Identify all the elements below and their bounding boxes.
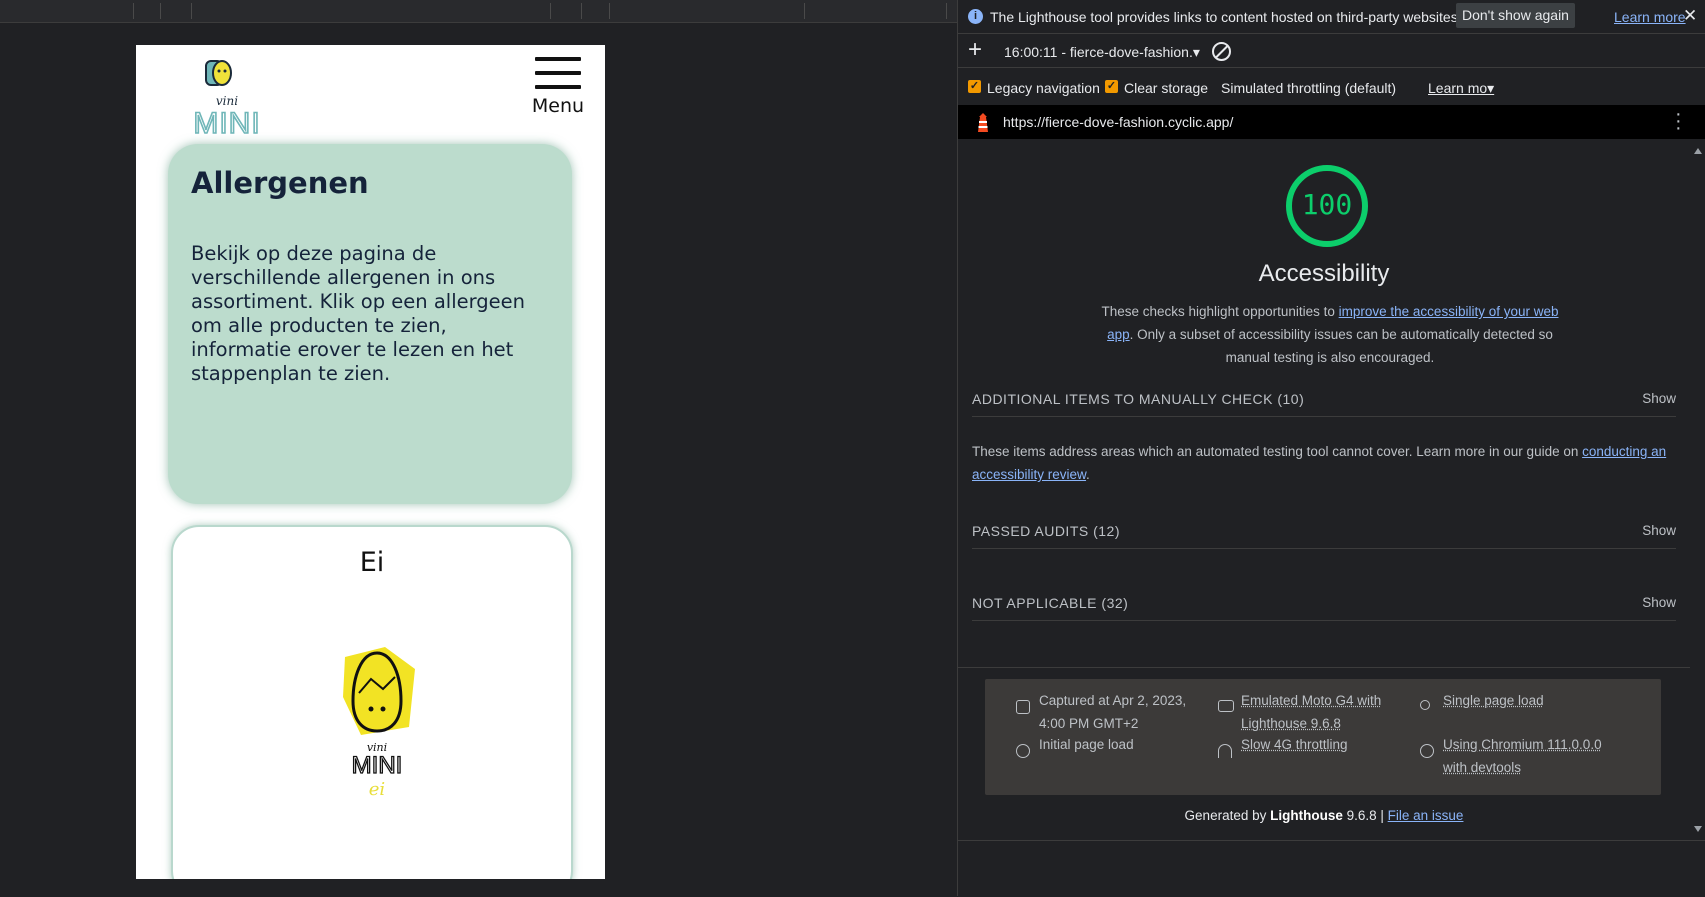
report-url-bar: https://fierce-dove-fashion.cyclic.app/ … [958, 104, 1705, 139]
passed-audits-group[interactable]: PASSED AUDITS (12) Show [972, 514, 1676, 549]
timer-icon [1016, 744, 1030, 758]
infobar: i The Lighthouse tool provides links to … [958, 0, 1705, 34]
description-text: . Only a subset of accessibility issues … [1129, 327, 1553, 365]
file-issue-link[interactable]: File an issue [1388, 808, 1464, 823]
viewport-area: vini MINI Menu Allergenen Bekijk op deze… [0, 0, 957, 896]
report-scrollbar[interactable] [1690, 140, 1705, 840]
group-title: ADDITIONAL ITEMS TO MANUALLY CHECK (10) [972, 391, 1305, 407]
generated-by: Generated by Lighthouse 9.6.8 | File an … [958, 808, 1690, 823]
lighthouse-name: Lighthouse [1270, 808, 1343, 823]
clear-storage-label: Clear storage [1124, 80, 1209, 96]
captured-at: Captured at Apr 2, 2023, 4:00 PM GMT+2 [1039, 689, 1186, 735]
show-button[interactable]: Show [1642, 391, 1676, 406]
chromium-line: Using Chromium 111.0.0.0 [1443, 737, 1602, 752]
generated-by-text: Generated by [1184, 808, 1271, 823]
toolbar-divider [946, 3, 947, 19]
allergen-card-egg[interactable]: Ei vini MINI ei [171, 525, 573, 879]
infobar-learn-more-link[interactable]: Learn more [1614, 9, 1686, 25]
score-value: 100 [1301, 188, 1353, 221]
chromium-line: with devtools [1443, 760, 1522, 775]
not-applicable-group[interactable]: NOT APPLICABLE (32) Show [972, 586, 1676, 621]
clear-icon[interactable] [1212, 42, 1231, 61]
hamburger-icon [535, 57, 581, 61]
plus-icon[interactable]: + [968, 37, 982, 63]
emulated-line: Emulated Moto G4 with [1241, 693, 1382, 708]
dont-show-again-button[interactable]: Don't show again [1456, 3, 1575, 28]
manual-description-text: These items address areas which an autom… [972, 444, 1583, 459]
device-toolbar [0, 0, 957, 23]
category-title: Accessibility [1258, 260, 1390, 287]
chrome-icon [1420, 744, 1434, 758]
legacy-navigation-checkbox[interactable]: ✓ [968, 80, 981, 93]
menu-label: Menu [531, 95, 585, 117]
lighthouse-icon [978, 113, 988, 132]
group-title: NOT APPLICABLE (32) [972, 595, 1129, 611]
egg-product-logo: vini MINI ei [331, 627, 423, 800]
show-button[interactable]: Show [1642, 595, 1676, 610]
captured-line: 4:00 PM GMT+2 [1039, 716, 1139, 731]
lighthouse-panel: i The Lighthouse tool provides links to … [957, 0, 1705, 897]
toolbar-divider [133, 3, 134, 19]
infobar-message: The Lighthouse tool provides links to co… [990, 9, 1462, 25]
scroll-down-icon[interactable] [1694, 826, 1702, 832]
scroll-up-icon[interactable] [1694, 148, 1702, 154]
report-footer: Captured at Apr 2, 2023, 4:00 PM GMT+2 In… [958, 667, 1690, 841]
intro-text: Bekijk op deze pagina de verschillende a… [191, 242, 526, 385]
runtime-settings: Captured at Apr 2, 2023, 4:00 PM GMT+2 In… [985, 679, 1661, 795]
legacy-navigation-label: Legacy navigation [987, 80, 1100, 96]
page-title: Allergenen [191, 166, 369, 200]
manual-description-text: . [1086, 467, 1090, 482]
captured-line: Captured at Apr 2, 2023, [1039, 693, 1187, 708]
manual-check-description: These items address areas which an autom… [972, 440, 1676, 486]
report-toolbar: + 16:00:11 - fierce-dove-fashion.▾ [958, 34, 1705, 68]
allergens-intro-card: Allergenen Bekijk op deze pagina de vers… [168, 144, 572, 504]
group-title: PASSED AUDITS (12) [972, 523, 1121, 539]
clear-storage-checkbox[interactable]: ✓ [1105, 80, 1118, 93]
settings-learn-more-link[interactable]: Learn mo▾ [1428, 80, 1494, 97]
toolbar-divider [581, 3, 582, 19]
close-icon[interactable]: ✕ [1683, 6, 1697, 26]
card-logo-sub: ei [369, 779, 385, 797]
card-logo-brand: MINI [352, 752, 403, 779]
logo-brand-text: MINI [193, 107, 260, 137]
lighthouse-report: 100 Accessibility These checks highlight… [958, 140, 1690, 666]
category-description: These checks highlight opportunities to … [1100, 300, 1560, 369]
show-button[interactable]: Show [1642, 523, 1676, 538]
emulated-line: Lighthouse 9.6.8 [1241, 716, 1341, 731]
throttling-info[interactable]: Slow 4G throttling [1241, 733, 1348, 756]
single-load-icon [1420, 700, 1430, 710]
mobile-page: vini MINI Menu Allergenen Bekijk op deze… [136, 45, 605, 879]
calendar-icon [1016, 700, 1030, 714]
initial-page-load: Initial page load [1039, 737, 1134, 752]
description-text: These checks highlight opportunities to [1101, 304, 1339, 319]
chromium-version[interactable]: Using Chromium 111.0.0.0 with devtools [1443, 733, 1602, 779]
manual-check-group[interactable]: ADDITIONAL ITEMS TO MANUALLY CHECK (10) … [972, 382, 1676, 417]
hamburger-icon [535, 85, 581, 89]
devices-icon [1218, 700, 1234, 712]
menu-button[interactable]: Menu [510, 57, 605, 119]
logo-top-text: vini [216, 94, 238, 108]
wifi-icon [1218, 744, 1232, 758]
report-selector[interactable]: 16:00:11 - fierce-dove-fashion.▾ [1004, 44, 1200, 61]
allergen-card-title: Ei [359, 547, 385, 578]
devtools-bottom-area [958, 840, 1705, 897]
throttling-label: Simulated throttling (default) [1221, 80, 1397, 96]
toolbar-divider [191, 3, 192, 19]
toolbar-divider [609, 3, 610, 19]
toolbar-divider [160, 3, 161, 19]
emulated-device[interactable]: Emulated Moto G4 with Lighthouse 9.6.8 [1241, 689, 1381, 735]
lighthouse-version: 9.6.8 | [1342, 808, 1388, 823]
settings-bar: ✓ Legacy navigation ✓ Clear storage Simu… [958, 68, 1705, 104]
info-icon: i [968, 9, 983, 24]
single-page-load[interactable]: Single page load [1443, 689, 1544, 712]
toolbar-divider [804, 3, 805, 19]
toolbar-divider [550, 3, 551, 19]
more-options-icon[interactable]: · · · [1675, 104, 1682, 138]
report-url[interactable]: https://fierce-dove-fashion.cyclic.app/ [1003, 114, 1233, 130]
vini-mini-logo[interactable]: vini MINI [184, 55, 270, 141]
hamburger-icon [535, 71, 581, 75]
